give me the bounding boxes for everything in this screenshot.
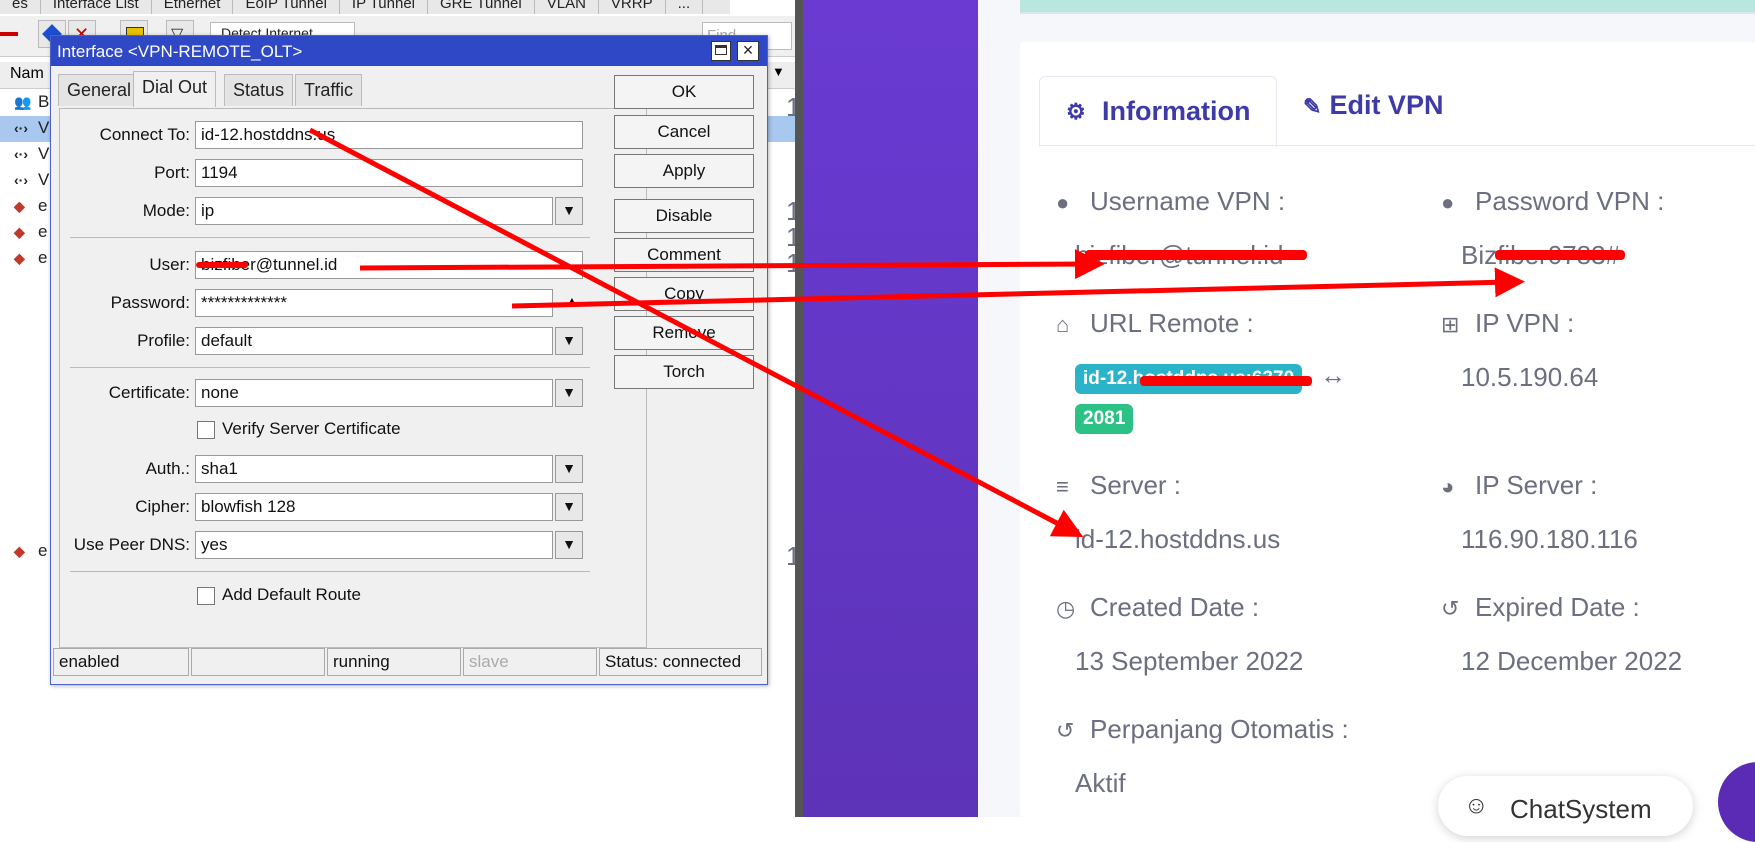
arrow-password [511, 267, 1525, 309]
arrow-user [359, 249, 1105, 280]
annotation-arrows [308, 127, 1525, 537]
arrow-connect-to-server [308, 127, 1084, 537]
